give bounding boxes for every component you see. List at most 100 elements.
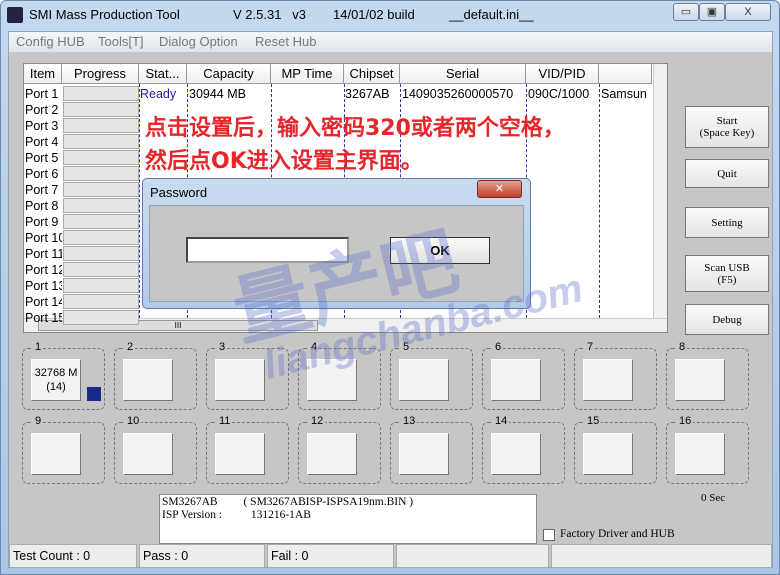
port-group-label: 16 — [677, 415, 694, 427]
port-label[interactable]: Port 1 — [25, 86, 62, 102]
progress-bar — [63, 182, 139, 197]
port-group-3: 3 — [206, 341, 289, 410]
ok-button[interactable]: OK — [390, 237, 490, 264]
progress-bar — [63, 214, 139, 229]
menu-bar: Config HUB Tools[T] Dialog Option Reset … — [9, 32, 772, 52]
menu-config-hub[interactable]: Config HUB — [16, 34, 85, 49]
port-label[interactable]: Port 13 — [25, 278, 62, 294]
port-label[interactable]: Port 6 — [25, 166, 62, 182]
port-button[interactable] — [675, 433, 725, 475]
port-group-label: 8 — [677, 341, 688, 353]
port-button[interactable] — [31, 433, 81, 475]
port-group-label: 9 — [33, 415, 44, 427]
start-label: Start — [716, 115, 738, 127]
port-label[interactable]: Port 4 — [25, 134, 62, 150]
menu-reset-hub[interactable]: Reset Hub — [255, 34, 316, 49]
version-label: V 2.5.31 v3 — [233, 7, 306, 22]
port-group-5: 5 — [390, 341, 473, 410]
port-button[interactable] — [215, 359, 265, 401]
setting-button[interactable]: Setting — [685, 207, 769, 238]
scan-usb-button[interactable]: Scan USB (F5) — [685, 255, 769, 292]
column-header[interactable] — [599, 64, 652, 84]
port-group-2: 2 — [114, 341, 197, 410]
column-header[interactable]: Chipset — [344, 64, 400, 84]
port-label[interactable]: Port 3 — [25, 118, 62, 134]
menu-dialog-option[interactable]: Dialog Option — [159, 34, 238, 49]
factory-checkbox[interactable] — [543, 529, 555, 541]
chip-info-box: SM3267AB ( SM3267ABISP-ISPSA19nm.BIN ) IS… — [159, 494, 537, 544]
port-group-11: 11 — [206, 415, 289, 484]
port-button[interactable] — [123, 359, 173, 401]
test-count-status: Test Count : 0 — [9, 544, 137, 568]
fail-status: Fail : 0 — [267, 544, 394, 568]
progress-bar — [63, 262, 139, 277]
port-group-14: 14 — [482, 415, 565, 484]
progress-bar — [63, 150, 139, 165]
port-group-13: 13 — [390, 415, 473, 484]
port-label[interactable]: Port 15 — [25, 310, 62, 326]
menu-tools[interactable]: Tools[T] — [98, 34, 144, 49]
row1-status: Ready — [140, 87, 177, 101]
dialog-body: OK — [149, 205, 524, 302]
minimize-button[interactable]: ▭ — [673, 3, 699, 21]
factory-checkbox-label: Factory Driver and HUB — [560, 528, 675, 540]
port-label[interactable]: Port 11 — [25, 246, 62, 262]
port-group-4: 4 — [298, 341, 381, 410]
column-header[interactable]: Item — [24, 64, 62, 84]
port-button[interactable]: 32768 M (14) — [31, 359, 81, 401]
port-label[interactable]: Port 14 — [25, 294, 62, 310]
port-button[interactable] — [583, 359, 633, 401]
port-button[interactable] — [491, 433, 541, 475]
port-label[interactable]: Port 8 — [25, 198, 62, 214]
port-group-label: 14 — [493, 415, 510, 427]
port-group-label: 4 — [309, 341, 320, 353]
port-group-label: 5 — [401, 341, 412, 353]
port-status-indicator — [87, 387, 101, 401]
port-group-7: 7 — [574, 341, 657, 410]
port-group-15: 15 — [574, 415, 657, 484]
password-input[interactable] — [186, 237, 349, 263]
start-sublabel: (Space Key) — [699, 127, 755, 139]
port-label[interactable]: Port 7 — [25, 182, 62, 198]
port-label[interactable]: Port 2 — [25, 102, 62, 118]
port-button[interactable] — [307, 433, 357, 475]
dialog-close-button[interactable]: ✕ — [477, 180, 522, 198]
port-button[interactable] — [583, 433, 633, 475]
port-label[interactable]: Port 5 — [25, 150, 62, 166]
port-group-label: 6 — [493, 341, 504, 353]
annotation-line-1: 点击设置后，输入密码320或者两个空格， — [145, 116, 565, 141]
port-button[interactable] — [491, 359, 541, 401]
port-button[interactable] — [123, 433, 173, 475]
column-header[interactable]: Serial — [400, 64, 526, 84]
port-group-16: 16 — [666, 415, 749, 484]
port-button[interactable] — [675, 359, 725, 401]
column-header[interactable]: Stat... — [139, 64, 187, 84]
scan-sublabel: (F5) — [717, 273, 737, 286]
chip-info-line: SM3267AB ( SM3267ABISP-ISPSA19nm.BIN ) — [162, 496, 414, 508]
port-button[interactable] — [399, 359, 449, 401]
maximize-button[interactable]: ▣ — [699, 3, 725, 21]
port-button[interactable] — [215, 433, 265, 475]
port-button[interactable] — [399, 433, 449, 475]
port-label[interactable]: Port 12 — [25, 262, 62, 278]
close-button[interactable]: X — [725, 3, 771, 21]
row1-vendor: Samsun — [601, 87, 647, 101]
debug-button[interactable]: Debug — [685, 304, 769, 335]
build-label: 14/01/02 build — [333, 7, 415, 22]
start-button[interactable]: Start (Space Key) — [685, 106, 769, 148]
progress-bar — [63, 166, 139, 181]
port-label[interactable]: Port 10 — [25, 230, 62, 246]
column-header[interactable]: MP Time — [271, 64, 344, 84]
column-header[interactable]: Capacity — [187, 64, 271, 84]
port-group-9: 9 — [22, 415, 105, 484]
quit-button[interactable]: Quit — [685, 159, 769, 188]
progress-bar — [63, 118, 139, 133]
port-group-label: 1 — [33, 341, 44, 353]
vertical-scrollbar[interactable] — [653, 64, 667, 318]
password-dialog: Password ✕ OK — [142, 178, 531, 309]
pass-status: Pass : 0 — [139, 544, 265, 568]
column-header[interactable]: Progress — [62, 64, 139, 84]
port-label[interactable]: Port 9 — [25, 214, 62, 230]
port-button[interactable] — [307, 359, 357, 401]
column-header[interactable]: VID/PID — [526, 64, 599, 84]
